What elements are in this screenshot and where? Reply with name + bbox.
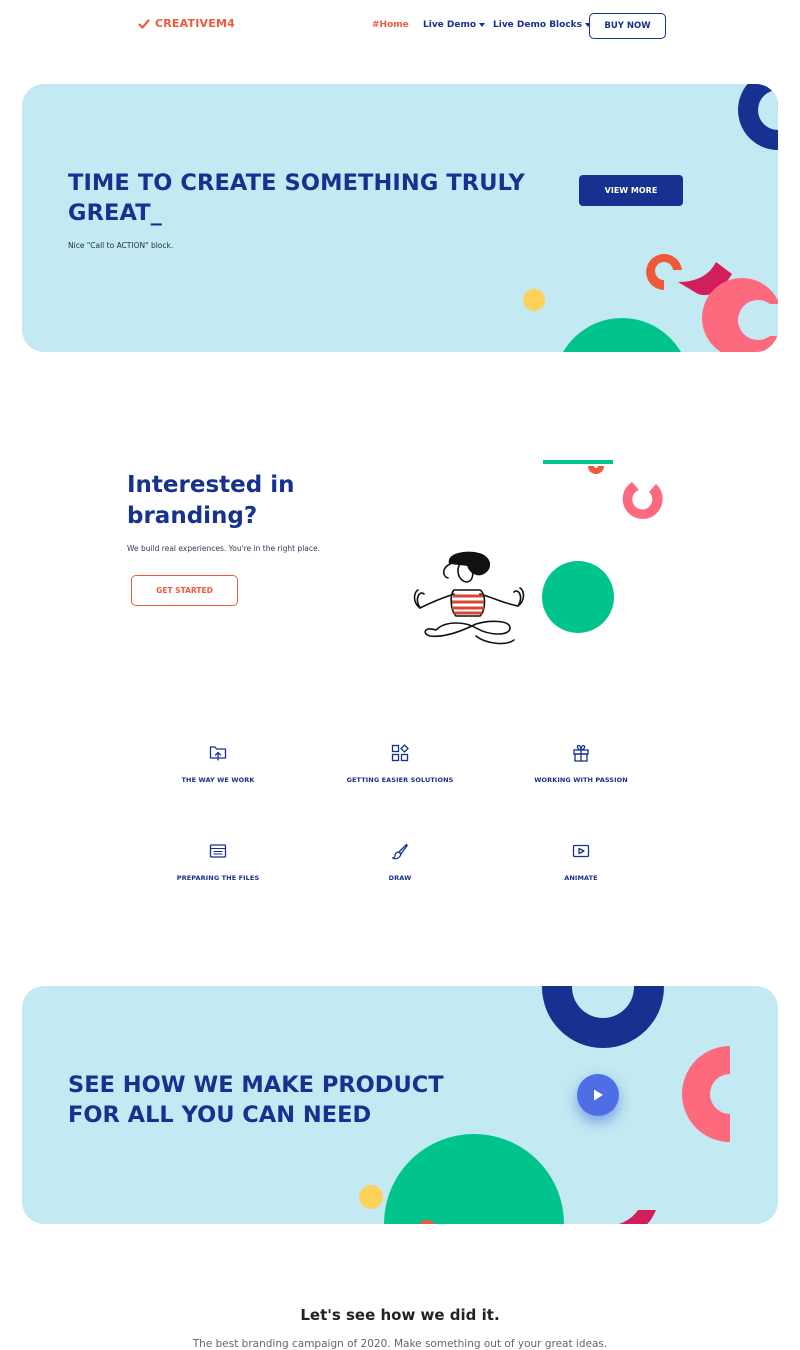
pink-ring-shape — [702, 278, 778, 352]
magenta-arc-shape — [618, 1210, 656, 1224]
play-icon — [594, 1089, 603, 1101]
feature-draw: DRAW — [310, 842, 490, 882]
meditating-person-illustration — [413, 551, 525, 645]
video-play-icon — [572, 844, 590, 858]
branding-subtitle: We build real experiences. You're in the… — [127, 544, 321, 553]
nav-home-label: #Home — [372, 20, 409, 30]
feature-way-we-work: THE WAY WE WORK — [128, 744, 308, 784]
get-started-button[interactable]: GET STARTED — [131, 575, 238, 606]
nav-live-demo-dropdown[interactable]: Live Demo — [423, 20, 486, 30]
yellow-dot-shape — [359, 1185, 383, 1209]
green-semicircle-shape — [563, 318, 681, 352]
feature-label: ANIMATE — [564, 874, 598, 882]
feature-animate: ANIMATE — [491, 842, 671, 882]
green-circle-shape — [542, 561, 614, 633]
nav-live-demo-blocks-label: Live Demo Blocks — [493, 20, 582, 30]
hero-subtitle: Nice "Call to ACTION" block. — [68, 241, 174, 250]
product-title: SEE HOW WE MAKE PRODUCT FOR ALL YOU CAN … — [68, 1072, 444, 1128]
feature-label: GETTING EASIER SOLUTIONS — [346, 776, 454, 784]
caret-down-icon — [479, 23, 486, 27]
top-navbar: CREATIVEM4 #Home Live Demo Live Demo Blo… — [0, 0, 800, 54]
hero-cta-card: TIME TO CREATE SOMETHING TRULY GREAT_ Ni… — [22, 84, 778, 352]
feature-easier-solutions: GETTING EASIER SOLUTIONS — [310, 744, 490, 784]
feature-working-with-passion: WORKING WITH PASSION — [491, 744, 671, 784]
feature-label: DRAW — [388, 874, 412, 882]
brand-logo[interactable]: CREATIVEM4 — [138, 17, 235, 30]
pink-ring-shape — [622, 482, 663, 519]
blue-arc-shape — [738, 84, 778, 150]
blue-ring-shape — [542, 986, 664, 1048]
checkmark-icon — [138, 18, 150, 29]
folder-upload-icon — [209, 746, 227, 761]
view-more-button[interactable]: VIEW MORE — [579, 175, 683, 206]
nav-live-demo-label: Live Demo — [423, 20, 477, 30]
yellow-dot-shape — [523, 289, 545, 311]
apps-grid-icon — [391, 744, 409, 762]
brush-icon — [391, 843, 409, 860]
play-video-button[interactable] — [577, 1074, 619, 1116]
branding-title: Interested in branding? — [127, 472, 295, 529]
files-icon — [209, 844, 227, 858]
green-bar-shape — [543, 460, 613, 474]
buy-now-button[interactable]: BUY NOW — [589, 13, 666, 39]
green-semicircle-shape — [384, 1134, 564, 1224]
feature-label: WORKING WITH PASSION — [534, 776, 628, 784]
product-video-card: SEE HOW WE MAKE PRODUCT FOR ALL YOU CAN … — [22, 986, 778, 1224]
nav-live-demo-blocks-dropdown[interactable]: Live Demo Blocks — [493, 20, 591, 30]
orange-dot-shape — [419, 1220, 435, 1224]
feature-preparing-files: PREPARING THE FILES — [128, 842, 308, 882]
how-subtitle: The best branding campaign of 2020. Make… — [192, 1338, 608, 1350]
brand-name: CREATIVEM4 — [155, 17, 235, 30]
nav-home-link[interactable]: #Home — [372, 20, 409, 30]
hero-title: TIME TO CREATE SOMETHING TRULY GREAT_ — [68, 170, 525, 226]
pink-ring-shape — [682, 1046, 730, 1142]
feature-label: THE WAY WE WORK — [181, 776, 255, 784]
feature-label: PREPARING THE FILES — [176, 874, 260, 882]
gift-icon — [573, 744, 589, 762]
how-title: Let's see how we did it. — [300, 1306, 500, 1324]
